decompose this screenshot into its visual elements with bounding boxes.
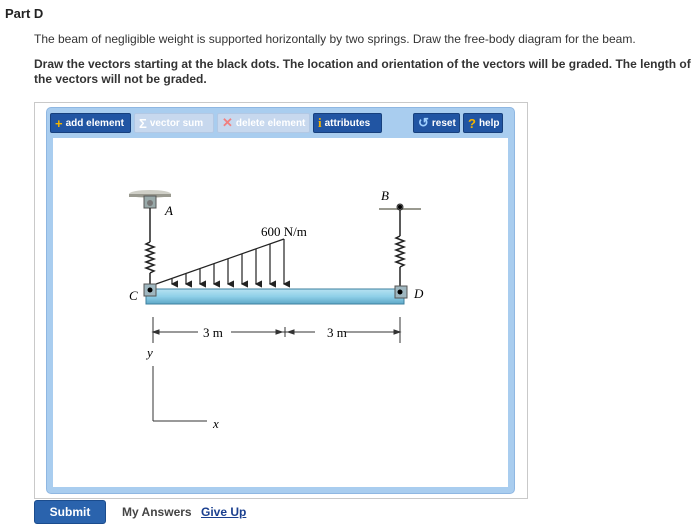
dimension-lines bbox=[151, 317, 402, 343]
dim-left-label: 3 m bbox=[203, 325, 223, 340]
drawing-canvas[interactable]: A B C D 600 N/m 3 m 3 m y x bbox=[53, 138, 508, 487]
delete-element-label: delete element bbox=[235, 117, 306, 129]
load-label: 600 N/m bbox=[261, 224, 307, 239]
attributes-button[interactable]: i attributes bbox=[313, 113, 382, 133]
label-point-c: C bbox=[129, 288, 138, 303]
left-spring bbox=[143, 208, 157, 286]
label-point-b: B bbox=[381, 188, 389, 203]
reset-icon: ↺ bbox=[418, 115, 429, 130]
vector-sum-button[interactable]: Σ vector sum bbox=[134, 113, 214, 133]
my-answers-label: My Answers bbox=[122, 505, 192, 519]
add-element-label: add element bbox=[65, 117, 124, 129]
reset-label: reset bbox=[431, 117, 456, 129]
distributed-load bbox=[155, 238, 290, 288]
add-element-button[interactable]: + add element bbox=[50, 113, 131, 133]
beam bbox=[143, 283, 408, 305]
beam-diagram: A B C D 600 N/m 3 m 3 m y x bbox=[129, 188, 424, 431]
problem-instruction: Draw the vectors starting at the black d… bbox=[34, 57, 691, 86]
label-point-a: A bbox=[164, 203, 173, 218]
plus-icon: + bbox=[55, 115, 63, 131]
help-button[interactable]: ? help bbox=[463, 113, 503, 133]
vector-origin-dot-d[interactable] bbox=[397, 289, 403, 295]
dim-right-label: 3 m bbox=[327, 325, 347, 340]
info-icon: i bbox=[318, 115, 322, 130]
problem-description: The beam of negligible weight is support… bbox=[34, 32, 636, 46]
give-up-link[interactable]: Give Up bbox=[201, 505, 246, 519]
attributes-label: attributes bbox=[324, 117, 371, 129]
help-label: help bbox=[478, 117, 500, 129]
coordinate-axes bbox=[152, 366, 207, 422]
sigma-icon: Σ bbox=[139, 115, 147, 131]
submit-button[interactable]: Submit bbox=[34, 500, 106, 524]
x-icon: ✕ bbox=[222, 115, 233, 130]
vector-sum-label: vector sum bbox=[149, 117, 204, 129]
vector-origin-dot-b[interactable] bbox=[398, 205, 402, 209]
right-spring bbox=[393, 210, 407, 288]
help-icon: ? bbox=[468, 115, 476, 131]
axis-x-label: x bbox=[212, 416, 219, 431]
delete-element-button[interactable]: ✕ delete element bbox=[217, 113, 310, 133]
axis-y-label: y bbox=[145, 345, 153, 360]
part-title: Part D bbox=[5, 6, 44, 21]
reset-button[interactable]: ↺ reset bbox=[413, 113, 460, 133]
label-point-d: D bbox=[413, 286, 424, 301]
vector-origin-dot-c[interactable] bbox=[147, 287, 153, 293]
